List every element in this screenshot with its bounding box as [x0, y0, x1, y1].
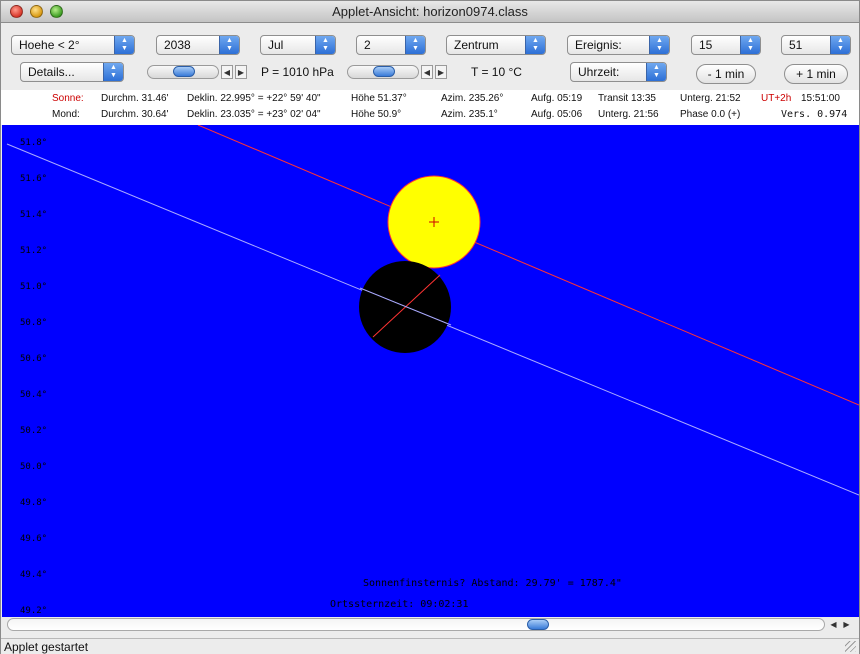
- select-arrows-icon: ▲ ▼: [525, 36, 545, 54]
- select-arrows-icon: ▲ ▼: [315, 36, 335, 54]
- moon-label: Mond:: [52, 109, 80, 120]
- altitude-tick-label: 50.6°: [20, 354, 48, 364]
- sun-altitude: Höhe 51.37°: [351, 93, 407, 104]
- hour-select[interactable]: 15 ▲ ▼: [691, 35, 761, 55]
- select-arrows-icon: ▲ ▼: [114, 36, 134, 54]
- plus-one-minute-button[interactable]: + 1 min: [784, 64, 848, 84]
- select-arrows-icon: ▲ ▼: [646, 63, 666, 81]
- temperature-slider-thumb[interactable]: [373, 66, 395, 77]
- temperature-slider[interactable]: ◀ ▶: [347, 65, 451, 79]
- current-time: 15:51:00: [801, 93, 840, 104]
- altitude-tick-label: 50.8°: [20, 318, 48, 328]
- minute-value: 51: [789, 38, 803, 52]
- scroll-right-icon[interactable]: ▶: [840, 618, 853, 631]
- day-select[interactable]: 2 ▲ ▼: [356, 35, 426, 55]
- resize-grip-icon[interactable]: [845, 641, 856, 652]
- altitude-tick-label: 51.0°: [20, 282, 48, 292]
- details-select[interactable]: Details... ▲ ▼: [20, 62, 124, 82]
- altitude-tick-label: 49.4°: [20, 570, 48, 580]
- moon-rise: Aufg. 05:06: [531, 109, 583, 120]
- status-text: Applet gestartet: [4, 640, 89, 654]
- altitude-tick-label: 49.6°: [20, 534, 48, 544]
- minus-one-minute-button[interactable]: - 1 min: [696, 64, 756, 84]
- select-arrows-icon: ▲ ▼: [740, 36, 760, 54]
- moon-phase: Phase 0.0 (+): [680, 109, 741, 120]
- sky-view[interactable]: 51.8° 51.6° 51.4° 51.2° 51.0° 50.8° 50.6° 50.4°…: [2, 125, 859, 617]
- altitude-tick-label: 49.2°: [20, 606, 48, 616]
- select-arrows-icon: ▲ ▼: [103, 63, 123, 81]
- moon-declination: Deklin. 23.035° = +23° 02' 04": [187, 109, 321, 120]
- temperature-label: T = 10 °C: [471, 65, 522, 79]
- sun-label: Sonne:: [52, 93, 84, 104]
- altitude-tick-label: 50.2°: [20, 426, 48, 436]
- sidereal-time-text: Ortssternzeit: 09:02:31: [330, 599, 469, 610]
- altitude-tick-label: 49.8°: [20, 498, 48, 508]
- temperature-increase-icon[interactable]: ▶: [435, 65, 447, 79]
- altitude-tick-label: 51.6°: [20, 174, 48, 184]
- select-arrows-icon: ▲ ▼: [649, 36, 669, 54]
- altitude-tick-label: 51.4°: [20, 210, 48, 220]
- select-arrows-icon: ▲ ▼: [405, 36, 425, 54]
- month-select[interactable]: Jul ▲ ▼: [260, 35, 336, 55]
- moon-altitude: Höhe 50.9°: [351, 109, 402, 120]
- event-value: Ereignis:: [575, 38, 622, 52]
- sun-rise: Aufg. 05:19: [531, 93, 583, 104]
- time-mode-value: Uhrzeit:: [578, 65, 620, 79]
- horizontal-scrollbar[interactable]: ◀ ▶: [5, 617, 857, 632]
- details-value: Details...: [28, 65, 75, 79]
- height-filter-value: Hoehe < 2°: [19, 38, 80, 52]
- hour-value: 15: [699, 38, 713, 52]
- altitude-tick-label: 51.8°: [20, 138, 48, 148]
- utc-offset: UT+2h: [761, 93, 792, 104]
- minute-select[interactable]: 51 ▲ ▼: [781, 35, 851, 55]
- sun-azimuth: Azim. 235.26°: [441, 93, 504, 104]
- altitude-tick-label: 50.0°: [20, 462, 48, 472]
- pressure-increase-icon[interactable]: ▶: [235, 65, 247, 79]
- day-value: 2: [364, 38, 371, 52]
- sun-path-line: [197, 125, 859, 406]
- altitude-tick-label: 51.2°: [20, 246, 48, 256]
- title-bar: Applet-Ansicht: horizon0974.class: [1, 1, 859, 23]
- pressure-label: P = 1010 hPa: [261, 65, 334, 79]
- event-select[interactable]: Ereignis: ▲ ▼: [567, 35, 670, 55]
- temperature-decrease-icon[interactable]: ◀: [421, 65, 433, 79]
- moon-azimuth: Azim. 235.1°: [441, 109, 498, 120]
- applet-version: Vers. 0.974: [781, 109, 848, 120]
- status-bar: Applet gestartet: [1, 638, 859, 654]
- view-center-select[interactable]: Zentrum ▲ ▼: [446, 35, 546, 55]
- year-value: 2038: [164, 38, 191, 52]
- select-arrows-icon: ▲ ▼: [830, 36, 850, 54]
- control-toolbar: Hoehe < 2° ▲ ▼ 2038 ▲ ▼ Jul ▲ ▼ 2 ▲ ▼ Zentru…: [1, 24, 859, 90]
- sun-set: Unterg. 21:52: [680, 93, 741, 104]
- pressure-slider-thumb[interactable]: [173, 66, 195, 77]
- sun-transit: Transit 13:35: [598, 93, 656, 104]
- scroll-left-icon[interactable]: ◀: [827, 618, 840, 631]
- time-mode-select[interactable]: Uhrzeit: ▲ ▼: [570, 62, 667, 82]
- ephemeris-panel: Sonne: Durchm. 31.46' Deklin. 22.995° = …: [1, 90, 859, 125]
- eclipse-distance-text: Sonnenfinsternis? Abstand: 29.79' = 1787…: [363, 578, 622, 589]
- altitude-tick-label: 50.4°: [20, 390, 48, 400]
- sky-canvas: [6, 125, 859, 496]
- sun-declination: Deklin. 22.995° = +22° 59' 40": [187, 93, 321, 104]
- view-center-value: Zentrum: [454, 38, 499, 52]
- year-select[interactable]: 2038 ▲ ▼: [156, 35, 240, 55]
- scrollbar-thumb[interactable]: [527, 619, 549, 630]
- scrollbar-track[interactable]: [7, 618, 825, 631]
- pressure-decrease-icon[interactable]: ◀: [221, 65, 233, 79]
- sun-diameter: Durchm. 31.46': [101, 93, 169, 104]
- applet-window: Applet-Ansicht: horizon0974.class Hoehe …: [0, 0, 860, 654]
- select-arrows-icon: ▲ ▼: [219, 36, 239, 54]
- pressure-slider[interactable]: ◀ ▶: [147, 65, 251, 79]
- moon-diameter: Durchm. 30.64': [101, 109, 169, 120]
- moon-set: Unterg. 21:56: [598, 109, 659, 120]
- window-title: Applet-Ansicht: horizon0974.class: [332, 4, 528, 19]
- height-filter-select[interactable]: Hoehe < 2° ▲ ▼: [11, 35, 135, 55]
- month-value: Jul: [268, 38, 284, 52]
